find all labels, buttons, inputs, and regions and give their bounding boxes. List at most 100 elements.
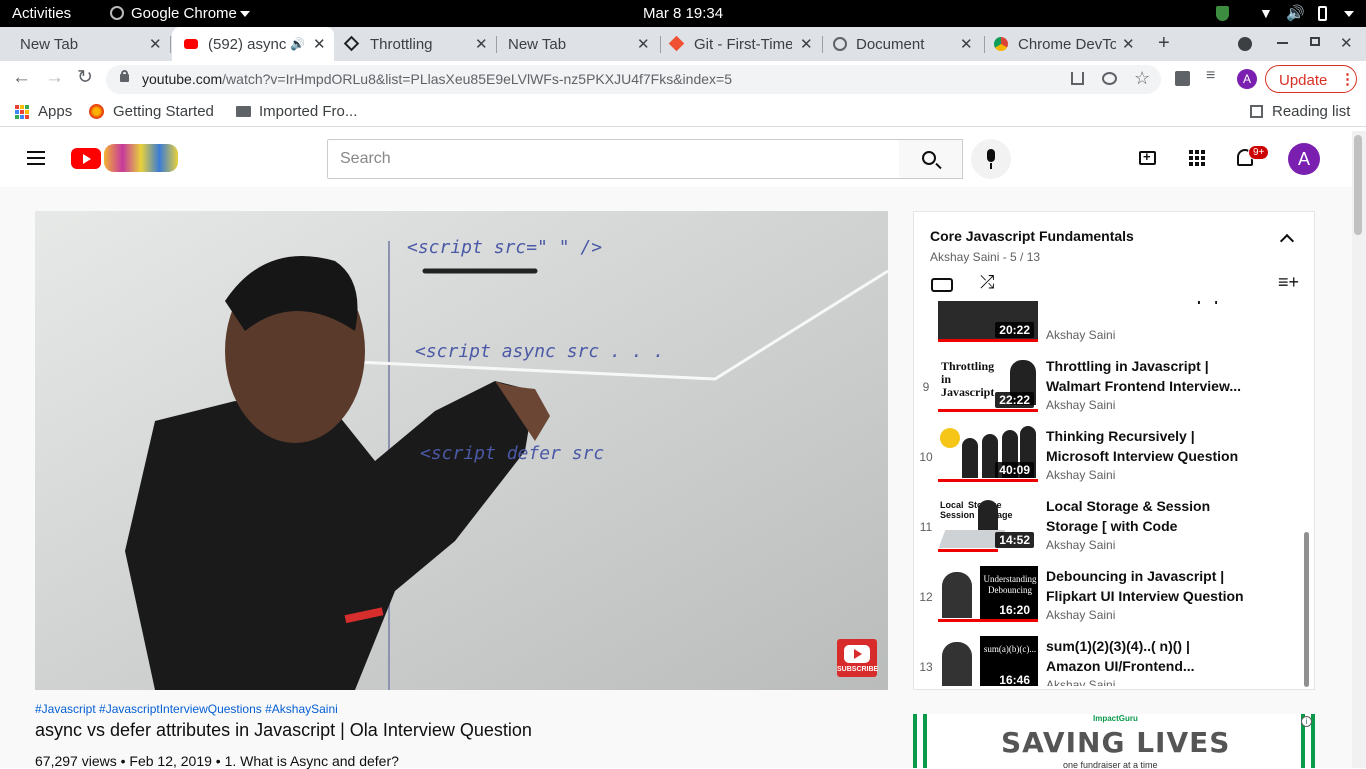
media-control-icon[interactable]: ≡ bbox=[1206, 67, 1215, 85]
watched-progress bbox=[938, 479, 1038, 482]
close-icon[interactable]: ✕ bbox=[149, 35, 162, 53]
playlist-item-10[interactable]: 10 40:09 Thinking Recursively | Microsof… bbox=[914, 426, 1302, 496]
tab-label: Document bbox=[856, 36, 925, 53]
profile-avatar[interactable]: A bbox=[1237, 69, 1257, 89]
bookmark-imported-folder[interactable]: Imported Fro... bbox=[259, 103, 357, 120]
video-hashtags[interactable]: #Javascript #JavascriptInterviewQuestion… bbox=[35, 702, 338, 716]
shuffle-icon[interactable]: ⤮ bbox=[980, 272, 994, 293]
collapse-chevron-icon[interactable] bbox=[1279, 233, 1295, 249]
item-title: Thinking Recursively | Microsoft Intervi… bbox=[1046, 428, 1239, 464]
play-triangle-icon bbox=[854, 649, 862, 659]
minimize-icon[interactable] bbox=[1277, 42, 1288, 44]
hamburger-menu-icon[interactable] bbox=[27, 151, 45, 165]
bookmark-apps[interactable]: Apps bbox=[38, 103, 72, 120]
tab-throttling[interactable]: Throttling ✕ bbox=[336, 27, 496, 61]
youtube-icon bbox=[184, 39, 198, 49]
watched-progress bbox=[938, 339, 1038, 342]
board-line-1: <script src=" " /> bbox=[407, 237, 603, 258]
video-player[interactable]: <script src=" " /> <script async src . .… bbox=[35, 211, 888, 690]
item-title: Inheritance in Javascript |... bbox=[1046, 301, 1246, 326]
item-channel: Akshay Saini bbox=[1046, 328, 1116, 342]
system-menu-arrow-icon[interactable] bbox=[1344, 11, 1354, 17]
create-video-icon[interactable]: + bbox=[1139, 149, 1156, 165]
window-close-icon[interactable]: ✕ bbox=[1340, 34, 1353, 52]
clock[interactable]: Mar 8 19:34 bbox=[643, 5, 723, 22]
bookmark-star-icon[interactable]: ☆ bbox=[1134, 68, 1150, 89]
search-input[interactable] bbox=[327, 139, 900, 179]
item-channel: Akshay Saini bbox=[1046, 538, 1116, 552]
playlist-panel: Core Javascript Fundamentals Akshay Sain… bbox=[913, 211, 1315, 690]
reload-icon[interactable]: ↻ bbox=[77, 66, 93, 89]
close-icon[interactable]: ✕ bbox=[475, 35, 488, 53]
close-icon[interactable]: ✕ bbox=[313, 35, 326, 53]
extensions-icon[interactable] bbox=[1175, 71, 1190, 86]
microphone-stand bbox=[990, 163, 992, 169]
youtube-doodle-logo[interactable] bbox=[104, 144, 178, 172]
menu-dots-icon: ⋮ bbox=[1340, 71, 1355, 88]
account-avatar[interactable]: A bbox=[1288, 143, 1320, 175]
tracking-eye-icon[interactable] bbox=[1102, 72, 1117, 85]
tab-label: Throttling bbox=[370, 36, 433, 53]
tab-youtube[interactable]: (592) async 🔊 ✕ bbox=[172, 27, 334, 61]
app-menu[interactable]: Google Chrome bbox=[131, 5, 237, 22]
save-playlist-icon[interactable]: ≡+ bbox=[1278, 272, 1299, 293]
close-icon[interactable]: ✕ bbox=[1122, 35, 1135, 53]
forward-icon[interactable]: → bbox=[45, 67, 64, 89]
presenter-figure bbox=[942, 572, 972, 618]
duration: 20:22 bbox=[995, 322, 1034, 338]
close-icon[interactable]: ✕ bbox=[960, 35, 973, 53]
playlist-scrollbar-thumb[interactable] bbox=[1304, 532, 1309, 687]
search-button[interactable] bbox=[899, 139, 963, 179]
ad-brand: ImpactGuru bbox=[1093, 714, 1138, 723]
tab-search-icon[interactable] bbox=[1238, 37, 1252, 51]
new-tab-icon[interactable]: + bbox=[1158, 32, 1170, 55]
volume-icon[interactable]: 🔊 bbox=[1286, 4, 1305, 22]
apps-icon[interactable] bbox=[1189, 150, 1205, 166]
playlist-item-12[interactable]: 12 Understanding Debouncing 16:20 Deboun… bbox=[914, 566, 1302, 636]
wifi-icon[interactable]: ▼ bbox=[1259, 5, 1273, 21]
thumbnail-text: Understanding Debouncing bbox=[983, 574, 1037, 595]
audio-playing-icon[interactable]: 🔊 bbox=[290, 37, 305, 51]
shield-icon[interactable] bbox=[1216, 6, 1229, 21]
update-button[interactable]: Update ⋮ bbox=[1265, 65, 1357, 93]
subscribe-watermark-button[interactable]: SUBSCRIBE bbox=[837, 639, 879, 677]
ad-tagline: one fundraiser at a time bbox=[1063, 760, 1158, 768]
ad-banner[interactable]: ImpactGuru SAVING LIVES one fundraiser a… bbox=[913, 714, 1315, 768]
battery-icon[interactable] bbox=[1318, 6, 1327, 21]
tab-separator bbox=[984, 36, 985, 53]
back-icon[interactable]: ← bbox=[12, 67, 31, 89]
playlist-subtitle[interactable]: Akshay Saini - 5 / 13 bbox=[930, 250, 1040, 264]
install-icon[interactable] bbox=[1071, 72, 1084, 85]
tab-devtools[interactable]: Chrome DevTo ✕ bbox=[986, 27, 1148, 61]
loop-icon[interactable] bbox=[931, 278, 953, 292]
page-scrollbar-thumb[interactable] bbox=[1354, 135, 1362, 235]
address-bar[interactable]: youtube.com/watch?v=IrHmpdORLu8&list=PLl… bbox=[106, 65, 1161, 94]
tab-document[interactable]: Document ✕ bbox=[824, 27, 984, 61]
playlist-item-9[interactable]: 9 Throttling in Javascript 22:22 Throttl… bbox=[914, 356, 1302, 426]
url-text[interactable]: youtube.com/watch?v=IrHmpdORLu8&list=PLl… bbox=[142, 71, 732, 87]
playlist-item-13[interactable]: 13 sum(a)(b)(c)... 16:46 sum(1)(2)(3)(4)… bbox=[914, 636, 1302, 686]
voice-search-button[interactable] bbox=[971, 139, 1011, 179]
folder-icon bbox=[236, 106, 251, 117]
presenter-figure bbox=[978, 500, 998, 530]
playlist-title[interactable]: Core Javascript Fundamentals bbox=[930, 228, 1134, 244]
subscribe-watermark-label: SUBSCRIBE bbox=[837, 666, 879, 673]
playlist-item-11[interactable]: 11 Local Storage Session Storage 14:52 L… bbox=[914, 496, 1302, 566]
close-icon[interactable]: ✕ bbox=[637, 35, 650, 53]
activities-button[interactable]: Activities bbox=[12, 5, 71, 22]
tab-new-tab-1[interactable]: New Tab ✕ bbox=[8, 27, 170, 61]
tab-label: Git - First-Time bbox=[694, 36, 792, 53]
tab-new-tab-2[interactable]: New Tab ✕ bbox=[496, 27, 660, 61]
presenter-figure bbox=[942, 642, 972, 686]
playlist-item-8[interactable]: 20:22 Inheritance in Javascript |... Aks… bbox=[914, 301, 1302, 356]
microphone-icon bbox=[987, 149, 995, 162]
reading-list-button[interactable]: Reading list bbox=[1272, 103, 1350, 120]
close-icon[interactable]: ✕ bbox=[800, 35, 813, 53]
page-scrollbar[interactable] bbox=[1352, 131, 1366, 768]
bookmark-getting-started[interactable]: Getting Started bbox=[113, 103, 214, 120]
ad-info-icon[interactable]: i bbox=[1301, 716, 1312, 727]
youtube-logo-icon[interactable] bbox=[71, 148, 101, 169]
lock-shackle bbox=[121, 70, 128, 76]
tab-git[interactable]: Git - First-Time ✕ bbox=[662, 27, 822, 61]
restore-icon[interactable] bbox=[1310, 37, 1320, 46]
